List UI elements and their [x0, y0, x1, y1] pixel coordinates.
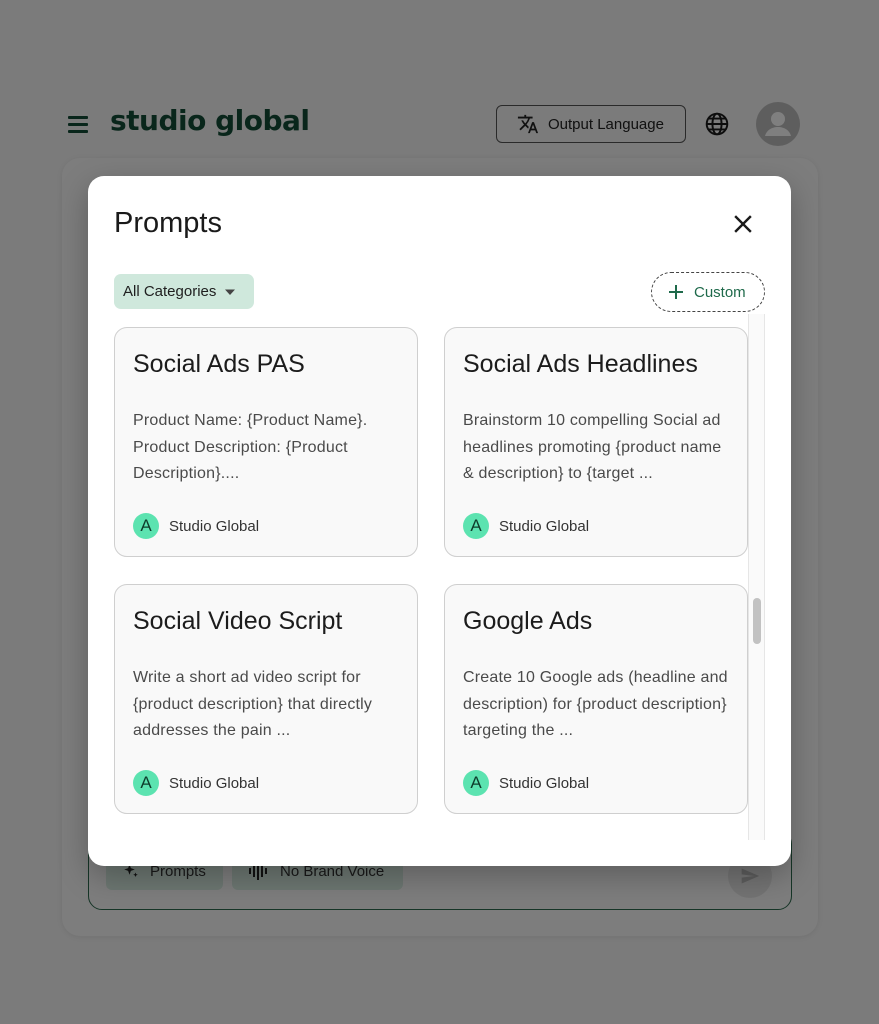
custom-button-label: Custom	[694, 283, 746, 301]
scrollbar-thumb[interactable]	[753, 598, 761, 644]
author-name: Studio Global	[499, 517, 590, 535]
prompt-card[interactable]: Social Ads Headlines Brainstorm 10 compe…	[444, 327, 748, 557]
author-avatar: A	[133, 513, 159, 539]
prompt-card-grid: Social Ads PAS Product Name: {Product Na…	[88, 322, 791, 842]
prompt-card-author: A Studio Global	[133, 770, 259, 796]
category-filter-select[interactable]: All Categories	[114, 274, 254, 309]
prompts-modal: Prompts All Categories Custom Social Ads…	[88, 176, 791, 866]
prompt-card-title: Social Ads PAS	[133, 350, 305, 378]
author-avatar: A	[133, 770, 159, 796]
prompt-card-description: Write a short ad video script for {produ…	[133, 669, 373, 739]
author-avatar: A	[463, 770, 489, 796]
prompt-card-title: Social Video Script	[133, 607, 343, 635]
plus-icon	[669, 285, 683, 299]
prompt-card-title: Google Ads	[463, 607, 593, 635]
prompt-card-title: Social Ads Headlines	[463, 350, 698, 378]
author-name: Studio Global	[169, 517, 260, 535]
prompt-card[interactable]: Social Video Script Write a short ad vid…	[114, 584, 418, 814]
scrollbar-track[interactable]	[748, 314, 765, 840]
prompt-card-description: Product Name: {Product Name}. Product De…	[133, 412, 368, 482]
prompt-card-author: A Studio Global	[133, 513, 259, 539]
prompt-card-author: A Studio Global	[463, 770, 589, 796]
add-custom-prompt-button[interactable]: Custom	[651, 272, 765, 312]
author-name: Studio Global	[499, 774, 590, 792]
category-filter-value: All Categories	[123, 283, 217, 300]
prompt-card[interactable]: Social Ads PAS Product Name: {Product Na…	[114, 327, 418, 557]
modal-title: Prompts	[114, 207, 222, 239]
prompt-card-description: Create 10 Google ads (headline and descr…	[463, 669, 728, 739]
author-name: Studio Global	[169, 774, 260, 792]
prompt-card[interactable]: Google Ads Create 10 Google ads (headlin…	[444, 584, 748, 814]
prompt-card-author: A Studio Global	[463, 513, 589, 539]
author-avatar: A	[463, 513, 489, 539]
close-icon[interactable]	[728, 209, 758, 239]
prompt-card-description: Brainstorm 10 compelling Social ad headl…	[463, 412, 722, 482]
dropdown-arrow-icon	[225, 289, 236, 295]
